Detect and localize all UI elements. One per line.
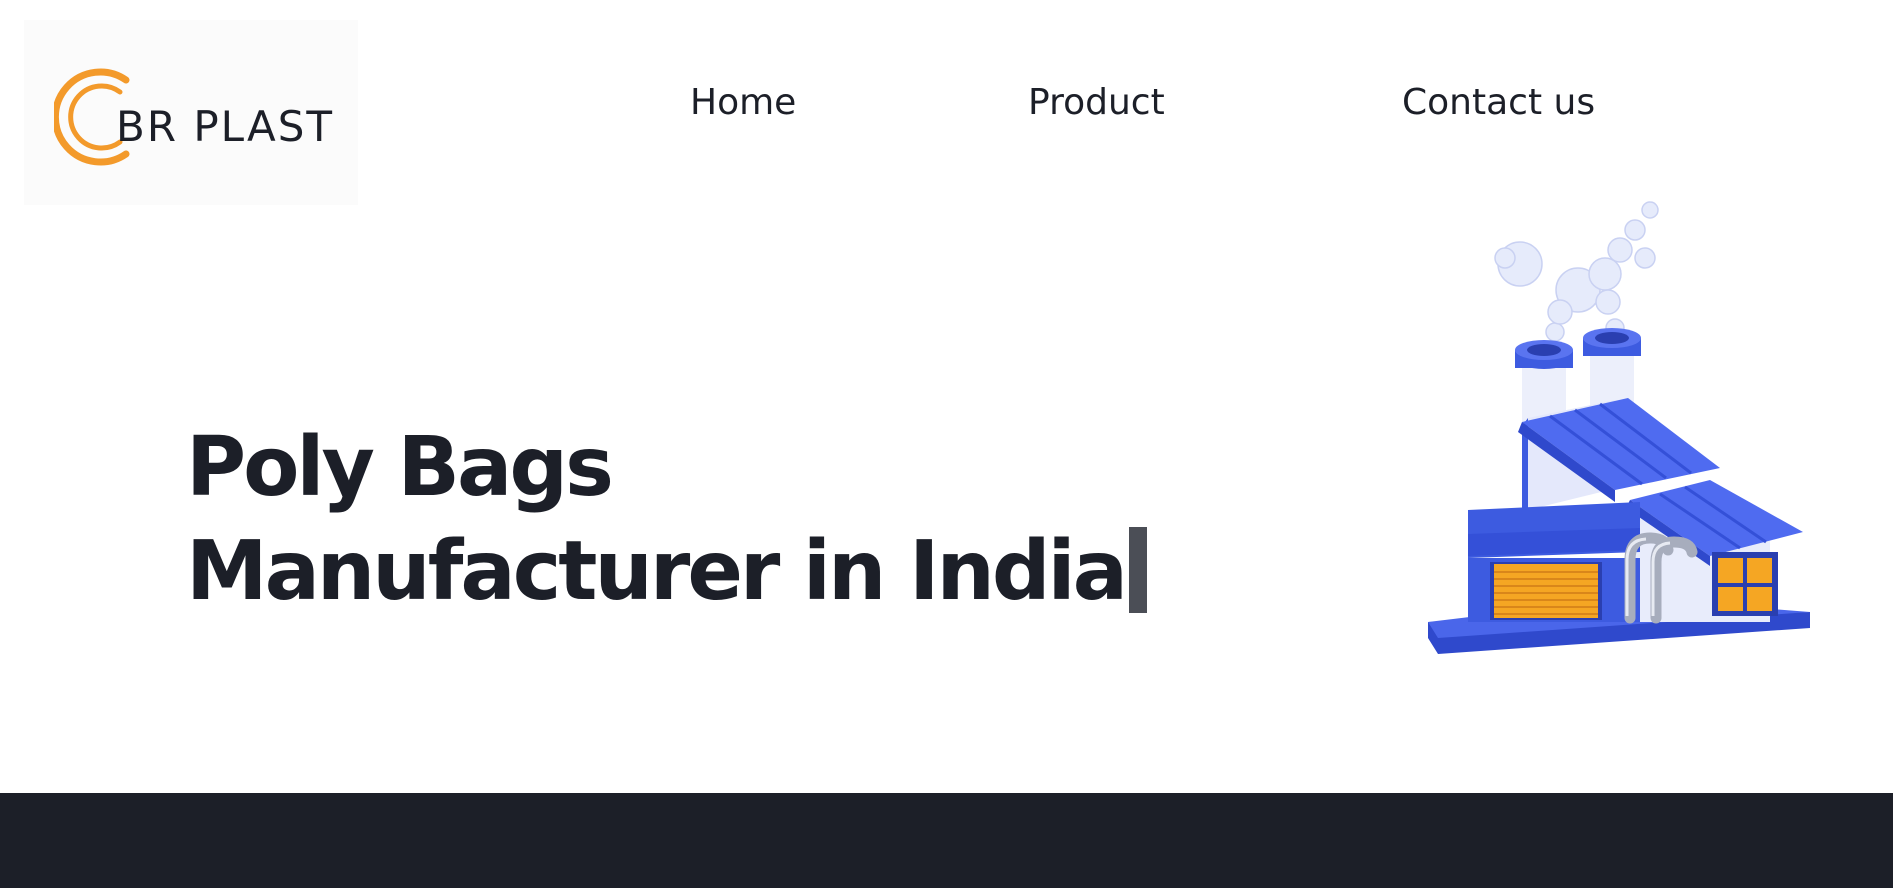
hero-title-line-2-text: Manufacturer in India <box>186 524 1128 619</box>
logo[interactable]: BR PLAST <box>24 20 358 205</box>
footer-bar <box>0 793 1893 888</box>
nav-contact-link[interactable]: Contact us <box>1402 82 1595 123</box>
site-header: BR PLAST Home Product Contact us <box>0 0 1893 205</box>
nav-product-link[interactable]: Product <box>1028 82 1165 123</box>
logo-text: BR PLAST <box>116 102 335 151</box>
typing-cursor <box>1128 527 1147 613</box>
nav-home-link[interactable]: Home <box>690 82 796 123</box>
hero-title-line-2: Manufacturer in India <box>186 520 1147 624</box>
smoke-cloud-icon <box>1494 201 1659 342</box>
hero-title-line-1: Poly Bags <box>186 420 614 515</box>
factory-icon <box>1428 201 1810 654</box>
hero-title: Poly Bags Manufacturer in India <box>186 416 1147 624</box>
